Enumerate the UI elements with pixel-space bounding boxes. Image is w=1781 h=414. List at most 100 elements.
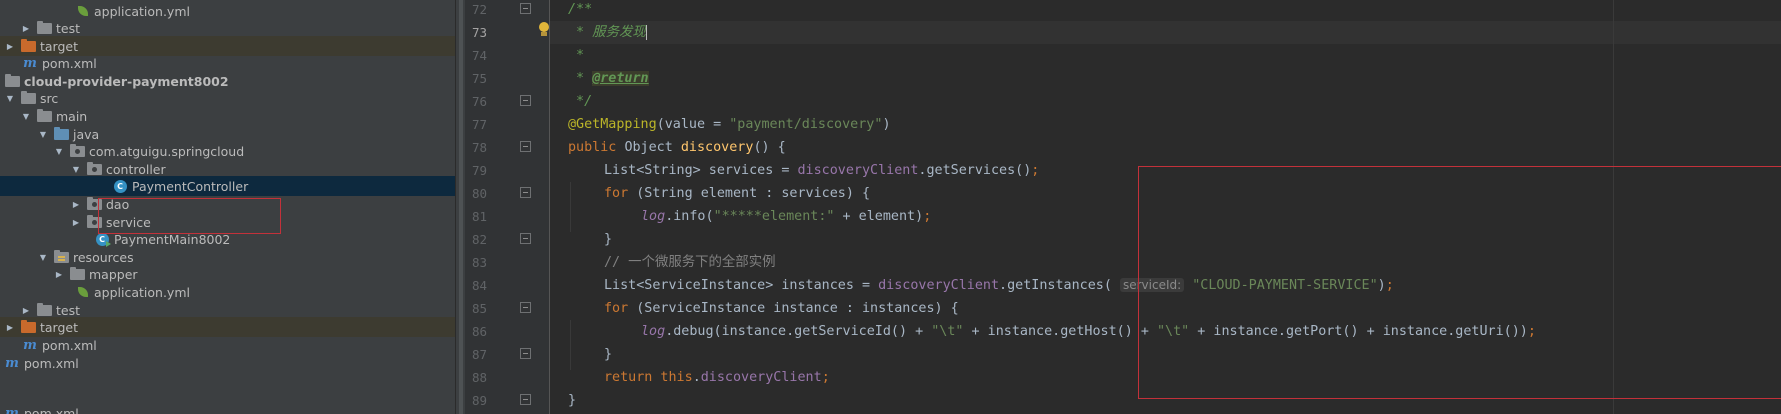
tree-item-mapper[interactable]: ▶ mapper — [0, 264, 455, 284]
expand-arrow-icon[interactable]: ▶ — [53, 268, 65, 280]
line-number: 74 — [471, 48, 487, 63]
folder-icon — [36, 302, 52, 317]
code-line-73: * 服务发现 — [568, 24, 647, 40]
tree-item-main[interactable]: ▼ main — [0, 106, 455, 126]
collapse-arrow-icon[interactable]: ▼ — [70, 163, 82, 175]
editor-gutter[interactable]: 72 73 74 75 76 77 78 79 80 81 82 83 84 8… — [465, 0, 550, 414]
tree-item-label: src — [40, 90, 59, 106]
collapse-arrow-icon[interactable]: ▼ — [37, 128, 49, 140]
code-line-74: * — [568, 48, 585, 63]
tree-item-target[interactable]: ▶ target — [0, 317, 455, 337]
collapse-arrow-icon[interactable]: ▼ — [53, 145, 65, 157]
excluded-folder-icon — [20, 319, 36, 334]
project-tree-panel[interactable]: application.yml ▶ test ▶ target m pom.xm… — [0, 0, 455, 414]
right-margin-guide — [1613, 0, 1614, 414]
line-number: 80 — [471, 186, 487, 201]
line-number: 82 — [471, 232, 487, 247]
tree-item-label: mapper — [89, 266, 138, 282]
collapse-arrow-icon[interactable]: ▼ — [4, 92, 16, 104]
splitter-handle[interactable] — [459, 0, 463, 414]
fold-marker-icon[interactable] — [520, 3, 531, 14]
javadoc-tag: @return — [592, 71, 649, 86]
line-number: 79 — [471, 163, 487, 178]
tree-item-label: application.yml — [94, 284, 190, 300]
tree-item-label: test — [56, 302, 81, 318]
line-number: 76 — [471, 94, 487, 109]
expand-arrow-icon[interactable]: ▶ — [70, 198, 82, 210]
tree-item-label: java — [73, 126, 100, 142]
code-line-83: // 一个微服务下的全部实例 — [604, 255, 776, 270]
tree-item-pom-xml[interactable]: m pom.xml — [0, 53, 455, 73]
text-caret — [645, 24, 647, 40]
current-line-highlight — [550, 21, 1781, 44]
parameter-name-hint: serviceId: — [1119, 278, 1185, 292]
code-editor[interactable]: /** * 服务发现 * * @return */ @GetMapping(va… — [550, 0, 1781, 414]
tree-item-label: PaymentController — [132, 178, 249, 194]
line-number: 72 — [471, 2, 487, 17]
fold-marker-icon[interactable] — [520, 302, 531, 313]
code-line-78: public Object discovery() { — [568, 140, 786, 155]
fold-marker-icon[interactable] — [520, 95, 531, 106]
spring-boot-class-icon: C — [94, 232, 111, 247]
excluded-folder-icon — [20, 38, 36, 53]
code-line-72: /** — [568, 2, 593, 17]
indent-guide — [570, 182, 571, 232]
tree-item-label: pom.xml — [24, 405, 79, 414]
resources-folder-icon — [53, 249, 69, 264]
intention-lightbulb-icon[interactable] — [538, 22, 550, 37]
tree-item-label: resources — [73, 249, 134, 265]
tree-item-dao[interactable]: ▶ dao — [0, 194, 455, 214]
module-folder-icon — [4, 73, 20, 88]
source-folder-icon — [53, 126, 69, 141]
tree-item-application-yml[interactable]: application.yml — [0, 282, 455, 302]
tree-item-label: PaymentMain8002 — [114, 231, 231, 247]
tree-item-label: service — [106, 214, 151, 230]
line-number: 84 — [471, 278, 487, 293]
expand-arrow-icon[interactable]: ▶ — [20, 22, 32, 34]
line-number: 78 — [471, 140, 487, 155]
fold-marker-icon[interactable] — [520, 141, 531, 152]
tree-item-label: cloud-provider-payment8002 — [24, 73, 229, 89]
line-number: 83 — [471, 255, 487, 270]
fold-marker-icon[interactable] — [520, 233, 531, 244]
code-line-77: @GetMapping(value = "payment/discovery") — [568, 117, 891, 132]
code-line-80: for (String element : services) { — [604, 186, 871, 201]
code-line-87: } — [604, 347, 613, 362]
panel-splitter[interactable] — [455, 0, 465, 414]
fold-marker-icon[interactable] — [520, 187, 531, 198]
tree-item-label: dao — [106, 196, 130, 212]
fold-marker-icon[interactable] — [520, 394, 531, 405]
code-line-88: return this.discoveryClient; — [604, 370, 830, 385]
code-line-84: List<ServiceInstance> instances = discov… — [604, 278, 1394, 293]
tree-item-payment-main[interactable]: C PaymentMain8002 — [0, 229, 455, 249]
tree-item-label: com.atguigu.springcloud — [89, 143, 245, 159]
fold-marker-icon[interactable] — [520, 348, 531, 359]
yaml-file-icon — [74, 285, 90, 299]
code-line-89: } — [568, 393, 577, 408]
tree-item-label: main — [56, 108, 88, 124]
code-line-82: } — [604, 232, 613, 247]
expand-arrow-icon[interactable]: ▶ — [4, 40, 16, 52]
expand-arrow-icon[interactable]: ▶ — [4, 321, 16, 333]
collapse-arrow-icon[interactable]: ▼ — [20, 110, 32, 122]
code-line-75: * @return — [568, 71, 649, 86]
code-line-85: for (ServiceInstance instance : instance… — [604, 301, 959, 316]
folder-icon — [69, 266, 85, 281]
tree-item-label: pom.xml — [42, 55, 97, 71]
line-number: 89 — [471, 393, 487, 408]
yaml-file-icon — [74, 4, 90, 18]
tree-item-pom-xml[interactable]: m pom.xml — [0, 335, 455, 355]
tree-item-package-springcloud[interactable]: ▼ com.atguigu.springcloud — [0, 141, 455, 161]
expand-arrow-icon[interactable]: ▶ — [70, 216, 82, 228]
tree-item-label: test — [56, 20, 81, 36]
tree-item-src[interactable]: ▼ src — [0, 88, 455, 108]
tree-item-payment-controller[interactable]: C PaymentController — [0, 176, 455, 196]
expand-arrow-icon[interactable]: ▶ — [20, 304, 32, 316]
tree-item-pom-xml[interactable]: m pom.xml — [0, 403, 455, 414]
collapse-arrow-icon[interactable]: ▼ — [37, 251, 49, 263]
line-number: 87 — [471, 347, 487, 362]
folder-icon — [20, 90, 36, 105]
tree-item-pom-xml[interactable]: m pom.xml — [0, 353, 455, 373]
tree-item-test[interactable]: ▶ test — [0, 18, 455, 38]
folder-icon — [36, 20, 52, 35]
